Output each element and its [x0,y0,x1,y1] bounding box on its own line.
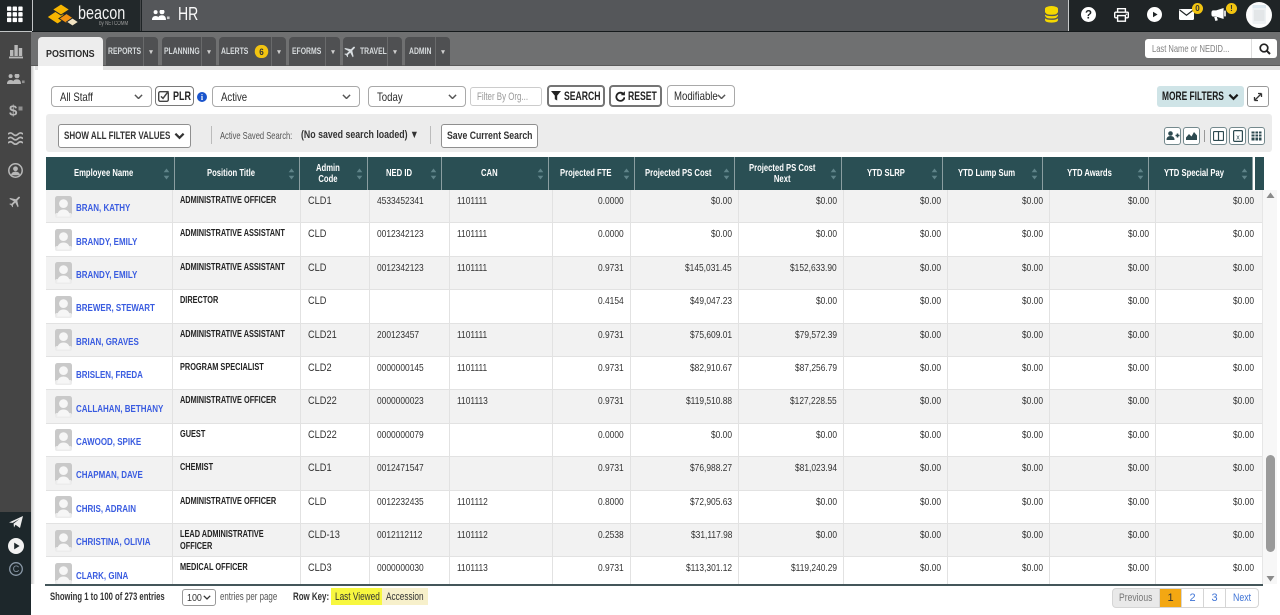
svg-text:$: $ [9,103,18,118]
svg-text:?: ? [1085,10,1092,22]
svg-text:C: C [12,564,19,574]
svg-text:x: x [1236,135,1240,142]
